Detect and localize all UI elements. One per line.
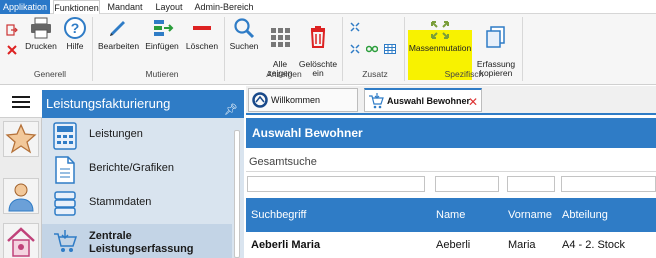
person-module-icon[interactable] — [3, 178, 39, 214]
help-button[interactable]: ? Hilfe — [62, 16, 88, 51]
database-icon — [54, 191, 76, 216]
collapse-icon[interactable] — [350, 44, 360, 57]
filter-input-suchbegriff[interactable] — [247, 176, 425, 192]
print-label: Drucken — [25, 41, 57, 51]
pencil-icon — [110, 21, 125, 36]
cell-abteilung: A4 - 2. Stock — [562, 239, 625, 251]
search-label: Suchen — [229, 41, 259, 51]
nav-item-label: Stammdaten — [89, 196, 152, 208]
column-header-vorname[interactable]: Vorname — [508, 209, 552, 221]
menu-tab-funktionen[interactable]: Funktionen — [53, 0, 100, 14]
delete-button[interactable]: Löschen — [185, 16, 219, 51]
global-search-field[interactable]: Gesamtsuche — [246, 152, 656, 172]
search-icon — [234, 18, 255, 39]
tab-auswahl-bewohner[interactable]: Auswahl Bewohner ✕ — [364, 88, 482, 112]
star-module-icon[interactable] — [3, 121, 39, 157]
welcome-logo-icon — [252, 92, 268, 108]
table-icon[interactable] — [384, 44, 396, 57]
menu-tab-applikation[interactable]: Applikation — [0, 0, 50, 14]
grid-icon — [271, 28, 290, 47]
edit-button[interactable]: Bearbeiten — [98, 16, 140, 51]
column-header-suchbegriff[interactable]: Suchbegriff — [251, 209, 306, 221]
minus-icon — [193, 26, 211, 30]
menu-tab-admin-bereich[interactable]: Admin-Bereich — [192, 0, 256, 14]
cart-icon — [369, 93, 384, 109]
menu-bar: Applikation Funktionen Mandant Layout Ad… — [0, 0, 656, 14]
edit-label: Bearbeiten — [98, 41, 140, 51]
cell-name: Aeberli — [436, 239, 471, 251]
nav-item-leistungen[interactable]: Leistungen — [42, 118, 232, 152]
svg-text:?: ? — [71, 20, 80, 36]
global-search-label: Gesamtsuche — [249, 156, 317, 168]
nav-item-label: Leistungen — [89, 128, 143, 140]
help-icon: ? — [64, 17, 86, 39]
group-separator — [92, 17, 93, 81]
calculator-icon — [53, 122, 77, 150]
nav-panel-title: Leistungsfakturierung — [46, 96, 171, 111]
close-icon[interactable] — [6, 44, 18, 59]
group-separator — [404, 17, 405, 81]
nav-item-label: Zentrale Leistungserfassung — [89, 230, 194, 255]
grid-header: Suchbegriff Name Vorname Abteilung — [246, 198, 656, 232]
document-tabs: Willkommen Auswahl Bewohner ✕ — [246, 86, 656, 114]
main-panel-title: Auswahl Bewohner — [252, 126, 363, 140]
column-header-abteilung[interactable]: Abteilung — [562, 209, 608, 221]
group-label-zusatz: Zusatz — [362, 69, 388, 79]
help-label: Hilfe — [66, 41, 84, 51]
insert-icon — [154, 20, 174, 36]
search-button[interactable]: Suchen — [228, 16, 260, 51]
main-panel-header: Auswahl Bewohner — [246, 118, 656, 148]
copy-icon — [486, 26, 505, 48]
group-separator — [224, 17, 225, 81]
cart-icon — [54, 230, 78, 252]
mass-mutation-label: Massenmutation — [408, 43, 472, 53]
cell-suchbegriff: Aeberli Maria — [251, 239, 321, 251]
mass-mutation-icon — [431, 21, 449, 39]
nav-item-label: Berichte/Grafiken — [89, 162, 174, 174]
module-icon-strip — [0, 86, 42, 258]
nav-panel-header: Leistungsfakturierung 📌︎ — [42, 90, 244, 118]
group-separator — [522, 17, 523, 81]
column-filter-row — [246, 172, 656, 196]
insert-label: Einfügen — [145, 41, 179, 51]
trash-icon — [310, 26, 326, 48]
insert-button[interactable]: Einfügen — [144, 16, 180, 51]
column-header-name[interactable]: Name — [436, 209, 465, 221]
hamburger-menu-icon[interactable] — [0, 86, 42, 118]
cell-vorname: Maria — [508, 239, 536, 251]
table-row[interactable]: Aeberli Maria Aeberli Maria A4 - 2. Stoc… — [246, 234, 656, 258]
link-icon[interactable] — [365, 44, 379, 57]
printer-icon — [31, 17, 51, 39]
expand-icon[interactable] — [350, 22, 360, 35]
menu-tab-layout[interactable]: Layout — [150, 0, 188, 14]
tab-underline — [246, 113, 656, 115]
nav-item-zentrale-leistungserfassung[interactable]: Zentrale Leistungserfassung — [42, 224, 232, 258]
filter-input-vorname[interactable] — [507, 176, 555, 192]
tab-label: Willkommen — [271, 95, 321, 105]
tab-label: Auswahl Bewohner — [387, 96, 471, 106]
document-icon — [55, 156, 75, 184]
mass-mutation-button[interactable]: Massenmutation — [408, 18, 472, 53]
tab-willkommen[interactable]: Willkommen — [248, 88, 358, 112]
close-tab-icon[interactable]: ✕ — [468, 91, 478, 113]
nav-item-berichte-grafiken[interactable]: Berichte/Grafiken — [42, 152, 232, 186]
nav-list: Leistungen Berichte/Grafiken Stammdaten … — [42, 118, 244, 258]
filter-input-abteilung[interactable] — [561, 176, 656, 192]
group-label-spezifisch: Spezifisch — [444, 69, 484, 79]
menu-tab-mandant[interactable]: Mandant — [104, 0, 146, 14]
ribbon: Drucken ? Hilfe Generell Bearbeiten Einf… — [0, 14, 656, 85]
group-separator — [342, 17, 343, 81]
group-label-anzeigen: Anzeigen — [266, 69, 302, 79]
print-button[interactable]: Drucken — [24, 16, 58, 51]
exit-icon[interactable] — [6, 24, 18, 39]
filter-input-name[interactable] — [435, 176, 499, 192]
home-module-icon[interactable] — [3, 223, 39, 258]
nav-scrollbar[interactable] — [234, 130, 240, 258]
nav-item-stammdaten[interactable]: Stammdaten — [42, 186, 232, 220]
group-label-mutieren: Mutieren — [145, 69, 179, 79]
delete-label: Löschen — [185, 41, 219, 51]
group-label-generell: Generell — [33, 69, 67, 79]
